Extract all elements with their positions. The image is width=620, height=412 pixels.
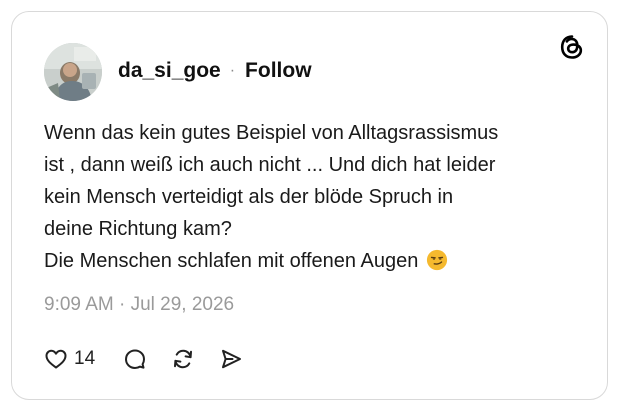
comment-icon <box>125 349 146 369</box>
action-bar: 14 <box>44 344 243 374</box>
post-text-line: kein Mensch verteidigt als der blöde Spr… <box>44 186 454 208</box>
post-text-line: Die Menschen schlafen mit offenen Augen <box>44 250 419 272</box>
username[interactable]: da_si_goe <box>118 59 221 83</box>
smirking-face-icon <box>426 249 447 271</box>
post-text-line-last: Die Menschen schlafen mit offenen Augen <box>44 245 584 277</box>
post-text-line: ist , dann weiß ich auch nicht ... Und d… <box>44 154 496 176</box>
share-button[interactable] <box>219 347 243 371</box>
post-text-line: deine Richtung kam? <box>44 218 232 240</box>
repost-button[interactable] <box>171 347 195 371</box>
like-button[interactable]: 14 <box>44 347 95 371</box>
post-text: Wenn das kein gutes Beispiel von Alltags… <box>44 117 584 277</box>
like-count: 14 <box>74 348 96 369</box>
repost-icon <box>174 349 193 369</box>
separator-dot: · <box>229 62 236 79</box>
follow-button[interactable]: Follow <box>245 59 312 83</box>
threads-logo-icon[interactable] <box>558 33 586 61</box>
post-header: da_si_goe · Follow <box>118 57 312 85</box>
send-icon <box>222 349 242 369</box>
heart-icon <box>45 349 67 369</box>
post-card: da_si_goe · Follow Wenn das kein gutes B… <box>11 11 608 400</box>
post-timestamp[interactable]: 9:09 AM · Jul 29, 2026 <box>44 294 234 316</box>
post-text-line: Wenn das kein gutes Beispiel von Alltags… <box>44 122 499 144</box>
avatar[interactable] <box>44 43 102 101</box>
avatar-photo <box>44 43 102 101</box>
reply-button[interactable] <box>123 347 147 371</box>
